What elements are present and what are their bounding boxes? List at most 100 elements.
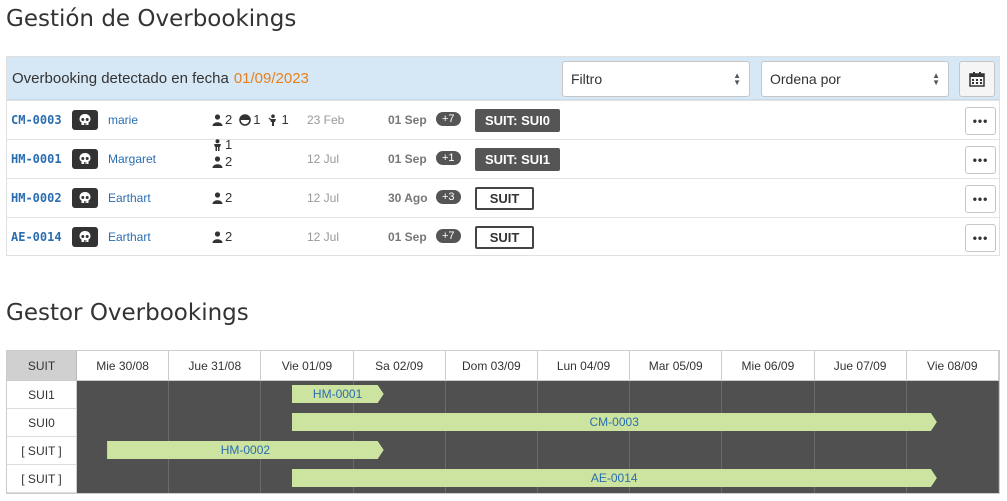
gantt-cell[interactable] xyxy=(77,381,170,409)
gantt-room-label: SUI1 xyxy=(7,381,77,409)
detected-date: 01/09/2023 xyxy=(233,69,309,87)
gantt-cell[interactable] xyxy=(446,437,538,465)
gantt-track: AE-0014 xyxy=(77,465,999,493)
booking-code-link[interactable]: HM-0001 xyxy=(11,152,62,166)
gantt-cell[interactable] xyxy=(538,437,631,465)
gantt-header: SUIT Mie 30/08 Jue 31/08 Vie 01/09 Sa 02/09… xyxy=(7,351,999,381)
babies-count: 1 xyxy=(253,112,261,127)
gantt-room-label: [ SUIT ] xyxy=(7,465,77,493)
more-options-button[interactable]: ••• xyxy=(965,185,996,213)
guest-name-link[interactable]: Earthart xyxy=(108,230,151,244)
gantt-title: Gestor Overbookings xyxy=(6,300,249,326)
guest-avatar xyxy=(72,110,98,130)
gantt-day-header: Sa 02/09 xyxy=(354,351,446,380)
arrival-date: 12 Jul xyxy=(307,230,340,244)
more-options-button[interactable]: ••• xyxy=(965,107,996,135)
gantt-booking-bar[interactable]: AE-0014 xyxy=(292,469,937,487)
booking-code-link[interactable]: CM-0003 xyxy=(11,113,62,127)
guest-avatar-icon xyxy=(79,114,91,125)
guest-name-link[interactable]: Earthart xyxy=(108,191,151,205)
booking-row: HM-0001 Margaret 1 2 12 Jul 01 Sep +1 SUIT: SUI… xyxy=(7,137,999,178)
calendar-button[interactable] xyxy=(959,61,995,97)
room-badge: SUIT xyxy=(475,187,534,210)
gantt-cell[interactable] xyxy=(169,381,262,409)
guest-name-link[interactable]: marie xyxy=(108,113,138,127)
gantt-cell[interactable] xyxy=(722,437,815,465)
overbooking-gantt: SUIT Mie 30/08 Jue 31/08 Vie 01/09 Sa 02/09… xyxy=(6,350,1000,494)
adults-count: 2 xyxy=(225,112,233,127)
booking-row: CM-0003 marie 2 1 1 23 Feb 01 Sep +7 SUIT: SUI0 •… xyxy=(7,100,999,139)
gantt-row: SUI0 CM-0003 xyxy=(7,409,999,437)
gantt-day-header: Vie 01/09 xyxy=(261,351,354,380)
adults-count: 2 xyxy=(225,190,233,205)
panel-header: Overbooking detectado en fecha 01/09/202… xyxy=(7,57,999,100)
gantt-day-header: Mar 05/09 xyxy=(630,351,723,380)
room-badge: SUIT xyxy=(475,226,534,249)
gantt-cell[interactable] xyxy=(169,409,262,437)
detected-label: Overbooking detectado en fecha xyxy=(12,69,229,87)
gantt-day-header: Jue 07/09 xyxy=(815,351,907,380)
gantt-cell[interactable] xyxy=(169,465,262,493)
occupants: 2 xyxy=(212,190,232,205)
booking-row: AE-0014 Earthart 2 12 Jul 01 Sep +7 SUIT ••• xyxy=(7,217,999,256)
extra-count: 1 xyxy=(225,137,233,152)
gantt-day-header: Lun 04/09 xyxy=(538,351,631,380)
gantt-day-header: Vie 08/09 xyxy=(907,351,999,380)
overbooking-panel: Overbooking detectado en fecha 01/09/202… xyxy=(6,56,1000,256)
gantt-cell[interactable] xyxy=(722,381,815,409)
adult-icon xyxy=(212,191,223,204)
gantt-row: [ SUIT ] HM-0002 xyxy=(7,437,999,465)
departure-date: 30 Ago xyxy=(388,191,428,205)
gantt-booking-bar[interactable]: CM-0003 xyxy=(292,413,937,431)
gantt-cell[interactable] xyxy=(630,381,723,409)
occupants: 2 xyxy=(212,154,232,169)
nights-badge: +3 xyxy=(436,190,461,204)
adults-count: 2 xyxy=(225,154,233,169)
gantt-booking-bar[interactable]: HM-0002 xyxy=(107,441,384,459)
gantt-cell[interactable] xyxy=(815,437,907,465)
gantt-cell[interactable] xyxy=(446,381,538,409)
gantt-row: SUI1 HM-0001 xyxy=(7,381,999,409)
booking-row: HM-0002 Earthart 2 12 Jul 30 Ago +3 SUIT ••• xyxy=(7,178,999,217)
page-title: Gestión de Overbookings xyxy=(6,6,297,32)
gantt-room-label: SUI0 xyxy=(7,409,77,437)
departure-date: 01 Sep xyxy=(388,152,427,166)
guest-avatar xyxy=(72,227,98,247)
guest-name-link[interactable]: Margaret xyxy=(108,152,156,166)
gantt-cell[interactable] xyxy=(77,409,170,437)
guest-avatar-icon xyxy=(79,153,91,164)
gantt-bar-label: AE-0014 xyxy=(590,471,638,485)
gantt-cell[interactable] xyxy=(77,465,170,493)
gantt-cell[interactable] xyxy=(815,381,907,409)
select-arrows-icon: ▲ ▼ xyxy=(733,71,741,87)
arrival-date: 23 Feb xyxy=(307,113,345,127)
guest-avatar-icon xyxy=(79,192,91,203)
filter-select[interactable]: Filtro ▲ ▼ xyxy=(562,61,750,97)
arrival-date: 12 Jul xyxy=(307,191,340,205)
nights-badge: +1 xyxy=(436,151,461,165)
nights-badge: +7 xyxy=(436,229,461,243)
gantt-room-label: [ SUIT ] xyxy=(7,437,77,465)
gantt-cell[interactable] xyxy=(538,381,631,409)
booking-code-link[interactable]: HM-0002 xyxy=(11,191,62,205)
gantt-cell[interactable] xyxy=(630,437,723,465)
adult-icon xyxy=(212,230,223,243)
calendar-icon xyxy=(969,72,985,87)
nights-badge: +7 xyxy=(436,112,461,126)
gantt-bar-label: CM-0003 xyxy=(589,415,639,429)
baby-icon xyxy=(239,113,252,126)
gantt-day-header: Jue 31/08 xyxy=(169,351,262,380)
extra-person-icon xyxy=(214,138,221,151)
booking-code-link[interactable]: AE-0014 xyxy=(11,230,62,244)
arrival-date: 12 Jul xyxy=(307,152,340,166)
departure-date: 01 Sep xyxy=(388,230,427,244)
more-options-button[interactable]: ••• xyxy=(965,224,996,252)
gantt-cell[interactable] xyxy=(907,437,999,465)
gantt-booking-bar[interactable]: HM-0001 xyxy=(292,385,384,403)
occupants: 2 xyxy=(212,229,232,244)
gantt-cell[interactable] xyxy=(907,381,999,409)
order-select[interactable]: Ordena por ▲ ▼ xyxy=(761,61,949,97)
guest-avatar xyxy=(72,149,98,169)
adult-icon xyxy=(212,113,223,126)
more-options-button[interactable]: ••• xyxy=(965,146,996,174)
